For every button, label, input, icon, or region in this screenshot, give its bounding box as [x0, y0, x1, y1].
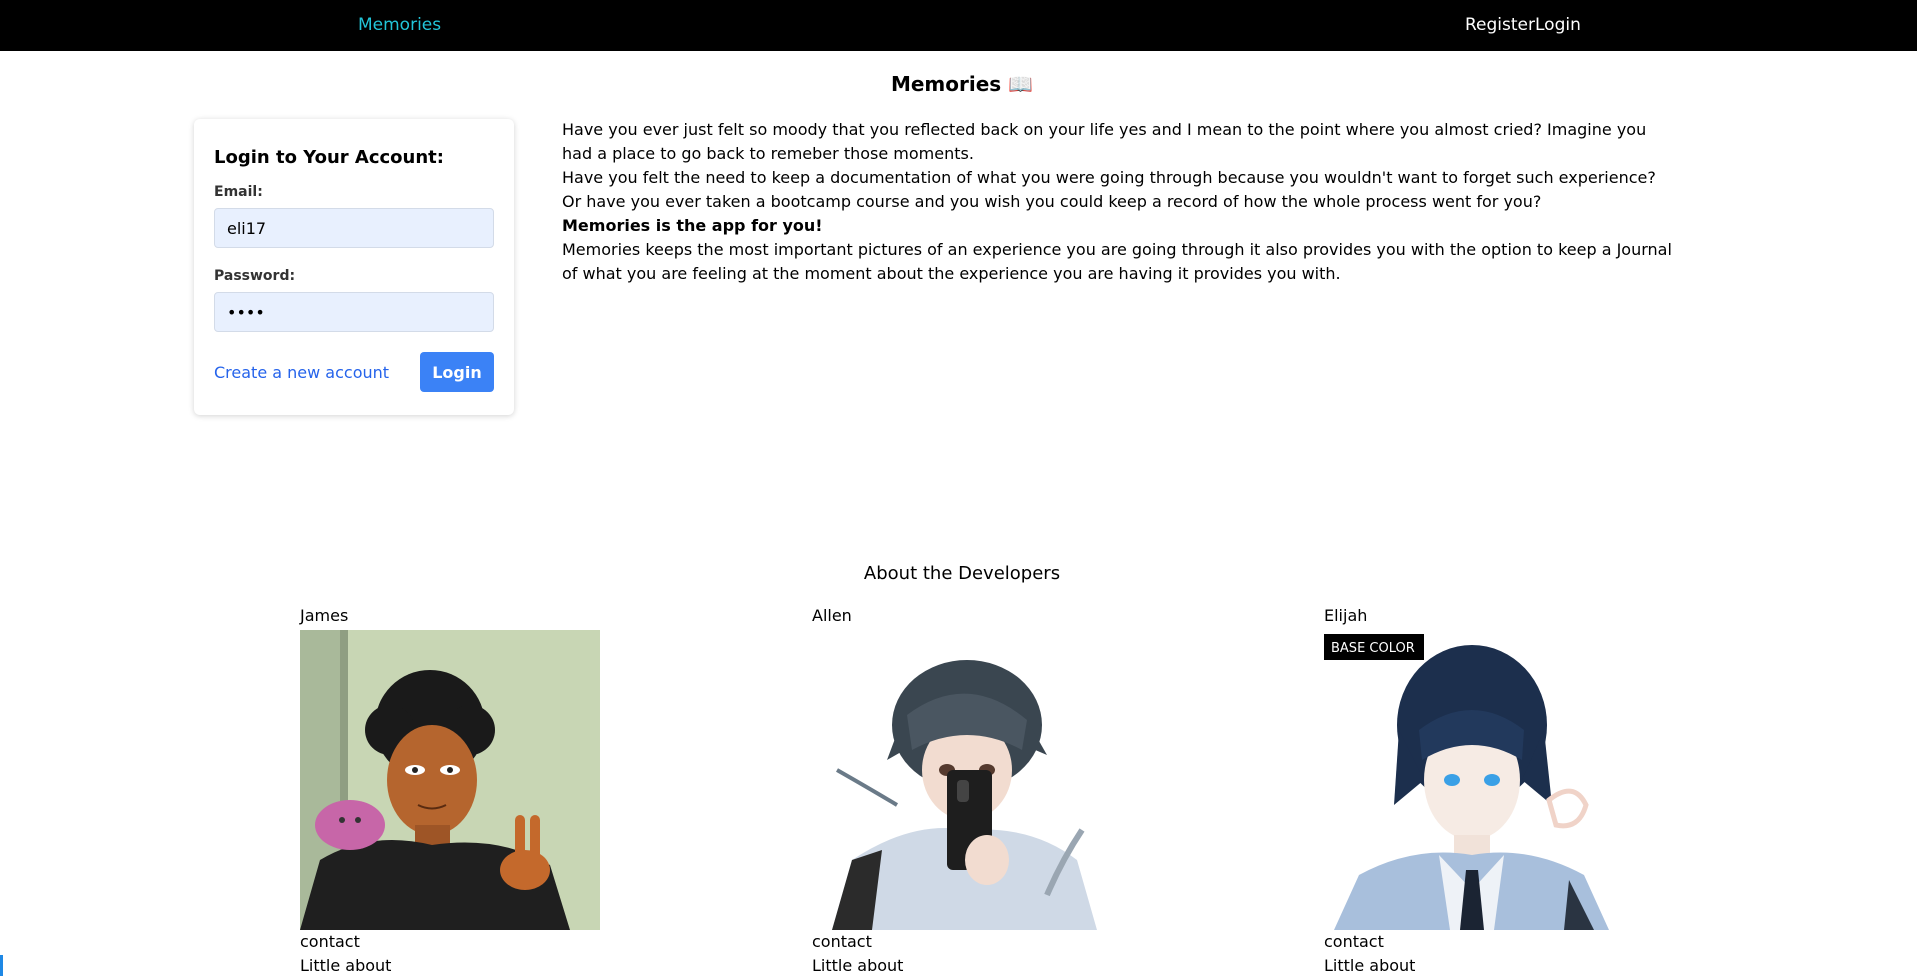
intro-paragraph-5: Memories keeps the most important pictur… [562, 240, 1672, 283]
developer-card-elijah: Elijah BASE COLOR contact Little about [1324, 606, 1624, 978]
login-actions: Create a new account Login [214, 352, 494, 392]
nav-register-link[interactable]: Register [1465, 15, 1535, 35]
developer-contact-link[interactable]: contact [1324, 930, 1624, 954]
developer-card-james: James contact Little about [300, 606, 600, 978]
developer-card-allen: Allen contact Little about [812, 606, 1112, 978]
email-label: Email: [214, 184, 263, 200]
base-color-badge: BASE COLOR [1331, 641, 1415, 656]
password-field[interactable] [214, 292, 494, 332]
email-field[interactable] [214, 208, 494, 248]
page-title: Memories 📖 [890, 72, 1034, 96]
developer-contact-link[interactable]: contact [300, 930, 600, 954]
intro-paragraph-3: Or have you ever taken a bootcamp course… [562, 192, 1542, 211]
developer-photo [300, 630, 600, 930]
developers-heading: About the Developers [863, 563, 1061, 584]
developer-photo: BASE COLOR [1324, 630, 1624, 930]
login-card: Login to Your Account: Email: Password: … [194, 119, 514, 415]
create-account-link[interactable]: Create a new account [214, 363, 389, 382]
login-button[interactable]: Login [420, 352, 494, 392]
developer-name: Allen [812, 606, 852, 625]
nav-links: Register Login [1465, 15, 1581, 35]
intro-paragraph-1: Have you ever just felt so moody that yo… [562, 120, 1647, 163]
nav-brand-link[interactable]: Memories [358, 15, 441, 35]
password-label: Password: [214, 268, 296, 284]
login-title: Login to Your Account: [214, 147, 444, 168]
developer-about: Little about [300, 956, 392, 975]
nav-login-link[interactable]: Login [1535, 15, 1581, 35]
developer-photo [812, 630, 1112, 930]
intro-text: Have you ever just felt so moody that yo… [562, 118, 1672, 286]
developer-name: James [300, 606, 349, 625]
intro-paragraph-2: Have you felt the need to keep a documen… [562, 168, 1656, 187]
window-edge-marker [0, 955, 3, 976]
intro-tagline: Memories is the app for you! [562, 216, 823, 235]
developer-name: Elijah [1324, 606, 1368, 625]
developer-about: Little about [812, 956, 904, 975]
developer-about: Little about [1324, 956, 1416, 975]
developer-contact-link[interactable]: contact [812, 930, 1112, 954]
top-navbar: Memories Register Login [0, 0, 1917, 51]
